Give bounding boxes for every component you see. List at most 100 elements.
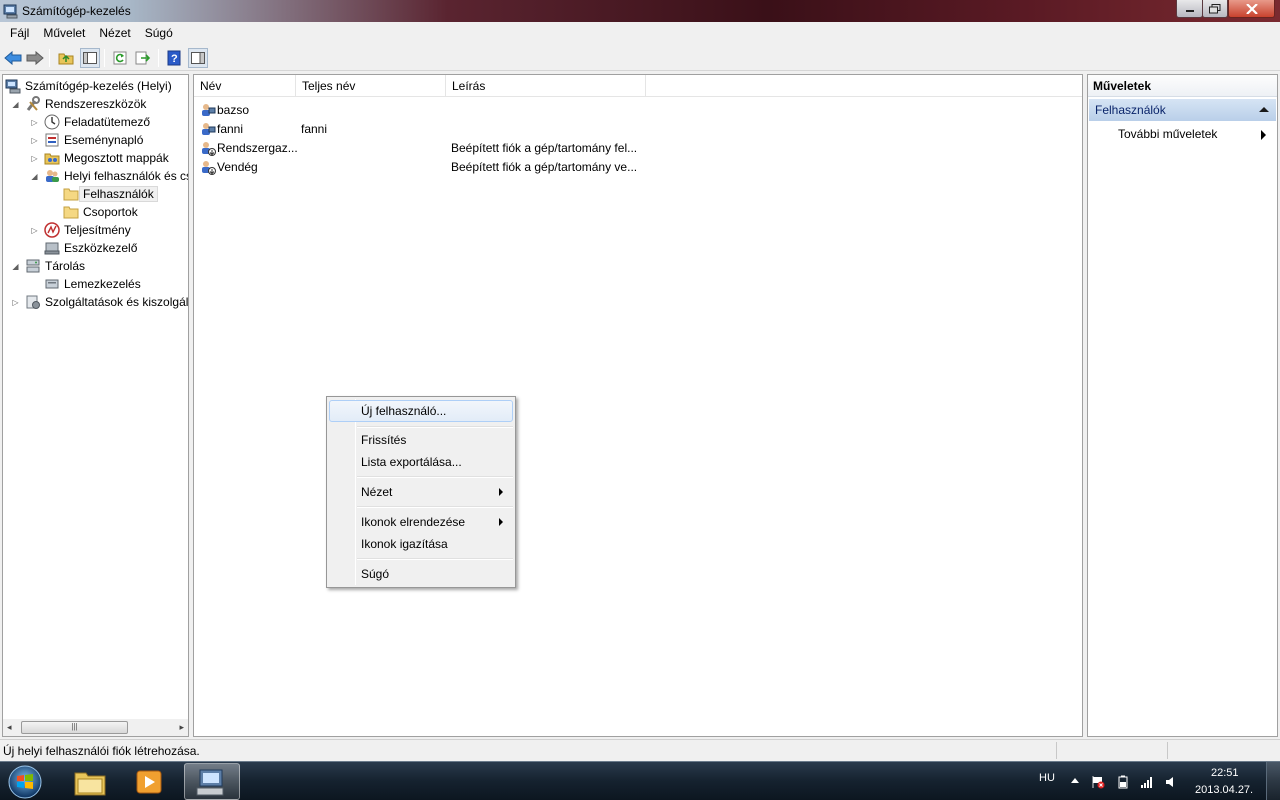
actions-section-users[interactable]: Felhasználók xyxy=(1089,99,1276,121)
users-groups-icon xyxy=(46,170,59,182)
battery-icon[interactable] xyxy=(1116,775,1130,789)
taskbar-media-player-button[interactable] xyxy=(122,763,178,800)
tree-horizontal-scrollbar[interactable]: ◂ ||| ▸ xyxy=(3,719,188,736)
show-hide-action-pane-button[interactable] xyxy=(188,48,208,68)
expand-icon[interactable]: ▷ xyxy=(30,154,39,163)
tree-node-groups[interactable]: Csoportok xyxy=(63,203,138,221)
tree-node-shared-folders[interactable]: ▷ Megosztott mappák xyxy=(30,149,168,167)
minimize-button[interactable] xyxy=(1176,0,1203,18)
tree-node-services-applications[interactable]: ▷ Szolgáltatások és kiszolgáló xyxy=(11,293,188,311)
action-center-flag-icon[interactable] xyxy=(1091,775,1105,789)
list-header: Név Teljes név Leírás xyxy=(194,75,1082,97)
menu-item-align-icons[interactable]: Ikonok igazítása xyxy=(329,533,513,555)
refresh-button[interactable] xyxy=(110,48,130,68)
tree-node-root[interactable]: Számítógép-kezelés (Helyi) xyxy=(5,77,172,95)
collapse-icon[interactable] xyxy=(1259,107,1269,112)
window-title: Számítógép-kezelés xyxy=(22,4,131,18)
menu-help[interactable]: Súgó xyxy=(138,26,180,40)
console-tree-icon xyxy=(83,52,97,64)
tree-node-system-tools[interactable]: ◢ Rendszereszközök xyxy=(11,95,146,113)
disabled-user-icon xyxy=(202,142,216,156)
computer-management-icon xyxy=(3,4,18,19)
menu-item-export-list[interactable]: Lista exportálása... xyxy=(329,451,513,473)
expand-icon[interactable]: ▷ xyxy=(30,136,39,145)
back-button[interactable] xyxy=(3,48,23,68)
tree-node-storage[interactable]: ◢ Tárolás xyxy=(11,257,85,275)
language-indicator[interactable]: HU xyxy=(1039,772,1055,784)
submenu-arrow-icon xyxy=(1261,130,1266,140)
maximize-button[interactable] xyxy=(1202,0,1228,18)
tree-node-device-manager[interactable]: Eszközkezelő xyxy=(44,239,137,257)
back-arrow-icon xyxy=(4,51,22,65)
folder-up-icon xyxy=(58,53,74,65)
tree-node-task-scheduler[interactable]: ▷ Feladatütemező xyxy=(30,113,150,131)
clock-icon xyxy=(44,114,60,130)
tree-node-disk-management[interactable]: Lemezkezelés xyxy=(44,275,141,293)
table-row[interactable]: bazso xyxy=(194,101,1082,120)
forward-button[interactable] xyxy=(25,48,45,68)
scrollbar-thumb[interactable]: ||| xyxy=(21,721,128,734)
expand-icon[interactable]: ▷ xyxy=(30,118,39,127)
menu-item-refresh[interactable]: Frissítés xyxy=(329,429,513,451)
tools-icon xyxy=(26,96,40,111)
performance-icon xyxy=(44,222,60,238)
volume-icon[interactable] xyxy=(1164,775,1178,789)
show-hide-tree-button[interactable] xyxy=(80,48,100,68)
folder-icon xyxy=(63,206,79,219)
show-desktop-button[interactable] xyxy=(1266,762,1280,800)
folder-icon xyxy=(63,188,79,201)
storage-icon xyxy=(26,259,40,273)
menu-item-help[interactable]: Súgó xyxy=(329,563,513,585)
expand-icon[interactable]: ▷ xyxy=(11,298,20,307)
taskbar-computer-management-button[interactable] xyxy=(184,763,240,800)
scroll-right-icon[interactable]: ▸ xyxy=(179,722,184,733)
menu-item-view[interactable]: Nézet xyxy=(329,481,513,503)
user-description: Beépített fiók a gép/tartomány fel... xyxy=(451,141,638,155)
table-row[interactable]: fanni fanni xyxy=(194,120,1082,139)
menu-item-new-user[interactable]: Új felhasználó... xyxy=(329,400,513,422)
collapse-icon[interactable]: ◢ xyxy=(30,172,39,181)
toolbar: ? xyxy=(0,44,1280,71)
show-hidden-icons-icon[interactable] xyxy=(1071,778,1079,783)
menu-view[interactable]: Nézet xyxy=(92,26,137,40)
expand-icon[interactable]: ▷ xyxy=(30,226,39,235)
menu-item-arrange-icons[interactable]: Ikonok elrendezése xyxy=(329,511,513,533)
tree-node-local-users-groups[interactable]: ◢ Helyi felhasználók és cs xyxy=(30,167,188,185)
help-button[interactable]: ? xyxy=(164,48,184,68)
close-button[interactable] xyxy=(1228,0,1275,18)
submenu-arrow-icon xyxy=(499,518,503,526)
tree-node-event-viewer[interactable]: ▷ Eseménynapló xyxy=(30,131,143,149)
tree-node-users[interactable]: Felhasználók xyxy=(63,185,158,203)
disk-icon xyxy=(45,279,59,289)
menu-separator xyxy=(357,558,513,560)
restore-icon xyxy=(1209,3,1221,13)
console-tree[interactable]: Számítógép-kezelés (Helyi) ◢ Rendszeresz… xyxy=(2,74,189,737)
forward-arrow-icon xyxy=(26,51,44,65)
export-list-button[interactable] xyxy=(133,48,153,68)
tree-node-performance[interactable]: ▷ Teljesítmény xyxy=(30,221,131,239)
clock-time[interactable]: 22:51 xyxy=(1211,767,1239,779)
action-pane-icon xyxy=(191,52,205,64)
menu-separator xyxy=(357,476,513,478)
column-header-name[interactable]: Név xyxy=(194,75,296,97)
table-row[interactable]: Rendszergaz... Beépített fiók a gép/tart… xyxy=(194,139,1082,158)
start-button[interactable] xyxy=(5,763,45,800)
user-name: Rendszergaz... xyxy=(217,141,298,155)
menu-action[interactable]: Művelet xyxy=(36,26,92,40)
column-header-description[interactable]: Leírás xyxy=(446,75,646,97)
refresh-icon xyxy=(113,51,127,65)
column-header-full-name[interactable]: Teljes név xyxy=(296,75,446,97)
table-row[interactable]: Vendég Beépített fiók a gép/tartomány ve… xyxy=(194,158,1082,177)
clock-date[interactable]: 2013.04.27. xyxy=(1195,784,1253,796)
taskbar-explorer-button[interactable] xyxy=(62,763,118,800)
up-folder-button[interactable] xyxy=(56,48,76,68)
title-bar[interactable]: Számítógép-kezelés xyxy=(0,0,1280,22)
collapse-icon[interactable]: ◢ xyxy=(11,100,20,109)
scroll-left-icon[interactable]: ◂ xyxy=(7,722,12,733)
actions-section-label: Felhasználók xyxy=(1095,103,1166,117)
close-icon xyxy=(1245,3,1258,14)
network-signal-icon[interactable] xyxy=(1140,775,1154,789)
collapse-icon[interactable]: ◢ xyxy=(11,262,20,271)
more-actions-link[interactable]: További műveletek xyxy=(1118,127,1217,141)
menu-file[interactable]: Fájl xyxy=(3,26,36,40)
